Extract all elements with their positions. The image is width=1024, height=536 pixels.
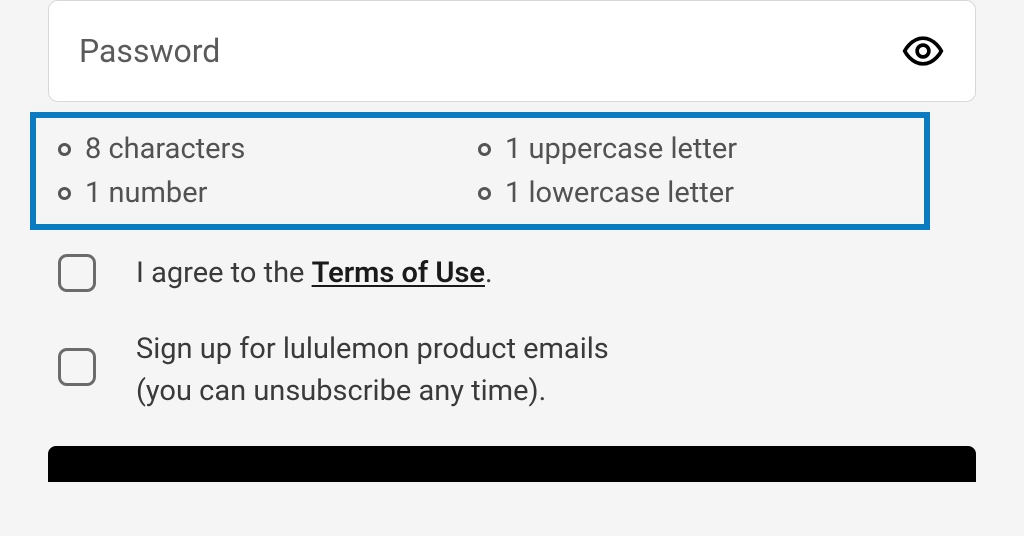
requirement-text: 8 characters bbox=[85, 132, 245, 166]
terms-of-use-link[interactable]: Terms of Use bbox=[312, 256, 485, 290]
newsletter-line2: (you can unsubscribe any time). bbox=[136, 370, 609, 412]
newsletter-label: Sign up for lululemon product emails (yo… bbox=[136, 328, 609, 412]
password-requirements: 8 characters 1 uppercase letter 1 number… bbox=[30, 112, 930, 230]
requirement-text: 1 uppercase letter bbox=[505, 132, 737, 166]
newsletter-line1: Sign up for lululemon product emails bbox=[136, 328, 609, 370]
show-password-icon[interactable] bbox=[901, 29, 945, 73]
terms-checkbox[interactable] bbox=[58, 254, 96, 292]
requirement-item: 1 uppercase letter bbox=[478, 132, 902, 166]
bullet-icon bbox=[58, 143, 71, 156]
terms-prefix: I agree to the bbox=[136, 256, 312, 290]
terms-row: I agree to the Terms of Use. bbox=[58, 252, 976, 294]
bullet-icon bbox=[58, 187, 71, 200]
submit-button[interactable] bbox=[48, 446, 976, 482]
bullet-icon bbox=[478, 143, 491, 156]
requirement-text: 1 lowercase letter bbox=[505, 176, 734, 210]
bullet-icon bbox=[478, 187, 491, 200]
password-placeholder: Password bbox=[79, 32, 220, 70]
terms-label: I agree to the Terms of Use. bbox=[136, 252, 493, 294]
requirement-item: 1 lowercase letter bbox=[478, 176, 902, 210]
requirement-item: 1 number bbox=[58, 176, 478, 210]
newsletter-row: Sign up for lululemon product emails (yo… bbox=[58, 328, 976, 412]
requirement-item: 8 characters bbox=[58, 132, 478, 166]
newsletter-checkbox[interactable] bbox=[58, 348, 96, 386]
requirement-text: 1 number bbox=[85, 176, 207, 210]
password-field[interactable]: Password bbox=[48, 0, 976, 102]
terms-suffix: . bbox=[485, 256, 493, 290]
